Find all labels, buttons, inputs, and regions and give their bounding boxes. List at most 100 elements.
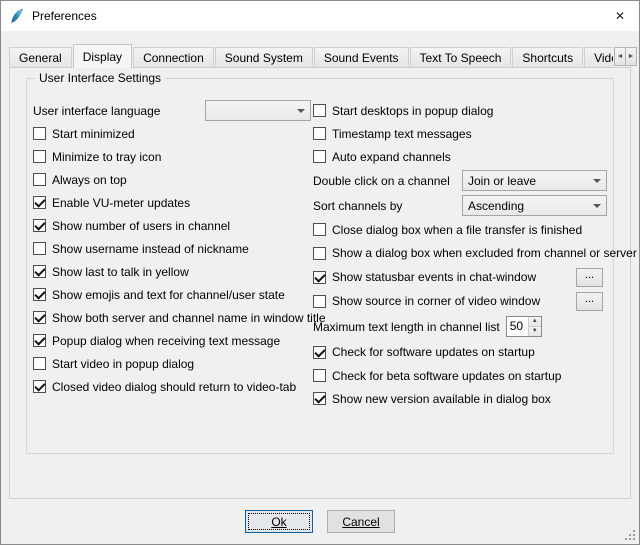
tab-display[interactable]: Display (73, 44, 132, 68)
checkbox-label[interactable]: Timestamp text messages (332, 127, 472, 141)
checkbox[interactable] (33, 242, 46, 255)
checkbox[interactable] (33, 196, 46, 209)
checkbox-label[interactable]: Show number of users in channel (52, 219, 230, 233)
max-text-length-spinner[interactable]: 50 ▲ ▼ (506, 316, 542, 337)
checkbox-row[interactable]: Auto expand channels (313, 145, 607, 168)
spin-up-icon[interactable]: ▲ (529, 317, 541, 327)
checkbox-label[interactable]: Closed video dialog should return to vid… (52, 380, 296, 394)
checkbox-label[interactable]: Always on top (52, 173, 127, 187)
checkbox-row[interactable]: Popup dialog when receiving text message (33, 329, 311, 352)
close-icon[interactable]: ✕ (601, 1, 639, 30)
checkbox-label[interactable]: Auto expand channels (332, 150, 451, 164)
checkbox-row[interactable]: Start minimized (33, 122, 311, 145)
checkbox[interactable] (33, 173, 46, 186)
double-click-select[interactable]: Join or leave (462, 170, 607, 191)
checkbox[interactable] (33, 219, 46, 232)
checkbox-label[interactable]: Show username instead of nickname (52, 242, 249, 256)
checkbox[interactable] (33, 265, 46, 278)
cancel-button[interactable]: Cancel (327, 510, 395, 533)
checkbox[interactable] (33, 127, 46, 140)
checkbox[interactable] (33, 311, 46, 324)
group-title: User Interface Settings (35, 71, 165, 85)
double-click-row: Double click on a channel Join or leave (313, 168, 607, 193)
checkbox-label[interactable]: Show statusbar events in chat-window (332, 270, 536, 284)
ok-button[interactable]: Ok (245, 510, 313, 533)
checkbox[interactable] (33, 380, 46, 393)
tab-general[interactable]: General (9, 47, 72, 68)
checkbox-label[interactable]: Check for beta software updates on start… (332, 369, 561, 383)
spin-down-icon[interactable]: ▼ (529, 327, 541, 336)
max-text-length-label: Maximum text length in channel list (313, 320, 500, 334)
display-tab-page: User Interface Settings User interface l… (9, 67, 631, 499)
checkbox-label[interactable]: Show emojis and text for channel/user st… (52, 288, 285, 302)
checkbox[interactable] (313, 392, 326, 405)
checkbox-label[interactable]: Show both server and channel name in win… (52, 311, 326, 325)
checkbox-label[interactable]: Show last to talk in yellow (52, 265, 189, 279)
checkbox-row[interactable]: Show new version available in dialog box (313, 387, 607, 410)
tab-sound-system[interactable]: Sound System (215, 47, 313, 68)
window-title: Preferences (32, 9, 97, 23)
checkbox[interactable] (313, 295, 326, 308)
checkbox[interactable] (33, 288, 46, 301)
tab-video[interactable]: Video (584, 47, 613, 68)
checkbox[interactable] (33, 357, 46, 370)
titlebar: Preferences ✕ (1, 1, 639, 31)
tab-scroll-right-icon[interactable]: ► (625, 47, 637, 66)
left-column: User interface language Start minimized … (33, 99, 311, 398)
checkbox[interactable] (33, 150, 46, 163)
checkbox[interactable] (313, 223, 326, 236)
sort-channels-select-value: Ascending (468, 199, 524, 213)
checkbox-row[interactable]: Show a dialog box when excluded from cha… (313, 241, 607, 265)
checkbox[interactable] (33, 334, 46, 347)
checkbox[interactable] (313, 271, 326, 284)
checkbox-row[interactable]: Show both server and channel name in win… (33, 306, 311, 329)
sort-channels-select[interactable]: Ascending (462, 195, 607, 216)
language-select[interactable] (205, 100, 311, 121)
user-interface-settings-group: User Interface Settings User interface l… (26, 78, 614, 454)
checkbox-label[interactable]: Show source in corner of video window (332, 294, 540, 308)
checkbox-row[interactable]: Timestamp text messages (313, 122, 607, 145)
double-click-label: Double click on a channel (313, 174, 450, 188)
checkbox-row[interactable]: Check for software updates on startup (313, 340, 607, 364)
sort-channels-label: Sort channels by (313, 199, 402, 213)
checkbox-row[interactable]: Show emojis and text for channel/user st… (33, 283, 311, 306)
checkbox-row[interactable]: Close dialog box when a file transfer is… (313, 218, 607, 241)
checkbox-row[interactable]: Enable VU-meter updates (33, 191, 311, 214)
checkbox-label[interactable]: Show new version available in dialog box (332, 392, 551, 406)
chevron-down-icon (297, 109, 305, 113)
checkbox[interactable] (313, 369, 326, 382)
checkbox-label[interactable]: Start minimized (52, 127, 135, 141)
checkbox[interactable] (313, 127, 326, 140)
checkbox-label[interactable]: Enable VU-meter updates (52, 196, 190, 210)
tab-scroll-buttons: ◄ ► (615, 47, 637, 66)
checkbox-label[interactable]: Close dialog box when a file transfer is… (332, 223, 582, 237)
tab-sound-events[interactable]: Sound Events (314, 47, 409, 68)
max-text-length-value[interactable]: 50 (507, 317, 528, 336)
video-source-ellipsis-button[interactable]: ... (576, 292, 603, 311)
checkbox[interactable] (313, 346, 326, 359)
checkbox-label[interactable]: Start video in popup dialog (52, 357, 194, 371)
checkbox-row[interactable]: Check for beta software updates on start… (313, 364, 607, 387)
checkbox-label[interactable]: Popup dialog when receiving text message (52, 334, 280, 348)
checkbox-row[interactable]: Closed video dialog should return to vid… (33, 375, 311, 398)
tab-shortcuts[interactable]: Shortcuts (512, 47, 583, 68)
tab-connection[interactable]: Connection (133, 47, 214, 68)
checkbox[interactable] (313, 150, 326, 163)
tab-text-to-speech[interactable]: Text To Speech (410, 47, 512, 68)
checkbox-label[interactable]: Start desktops in popup dialog (332, 104, 493, 118)
checkbox-row[interactable]: Start desktops in popup dialog (313, 99, 607, 122)
checkbox-row[interactable]: Always on top (33, 168, 311, 191)
checkbox-label[interactable]: Check for software updates on startup (332, 345, 535, 359)
statusbar-events-ellipsis-button[interactable]: ... (576, 268, 603, 287)
checkbox[interactable] (313, 247, 326, 260)
checkbox[interactable] (313, 104, 326, 117)
language-row: User interface language (33, 99, 311, 122)
checkbox-label[interactable]: Minimize to tray icon (52, 150, 161, 164)
checkbox-row[interactable]: Minimize to tray icon (33, 145, 311, 168)
checkbox-row[interactable]: Start video in popup dialog (33, 352, 311, 375)
checkbox-row[interactable]: Show username instead of nickname (33, 237, 311, 260)
checkbox-label[interactable]: Show a dialog box when excluded from cha… (332, 246, 637, 260)
max-text-length-row: Maximum text length in channel list 50 ▲… (313, 313, 607, 340)
checkbox-row[interactable]: Show number of users in channel (33, 214, 311, 237)
checkbox-row[interactable]: Show last to talk in yellow (33, 260, 311, 283)
